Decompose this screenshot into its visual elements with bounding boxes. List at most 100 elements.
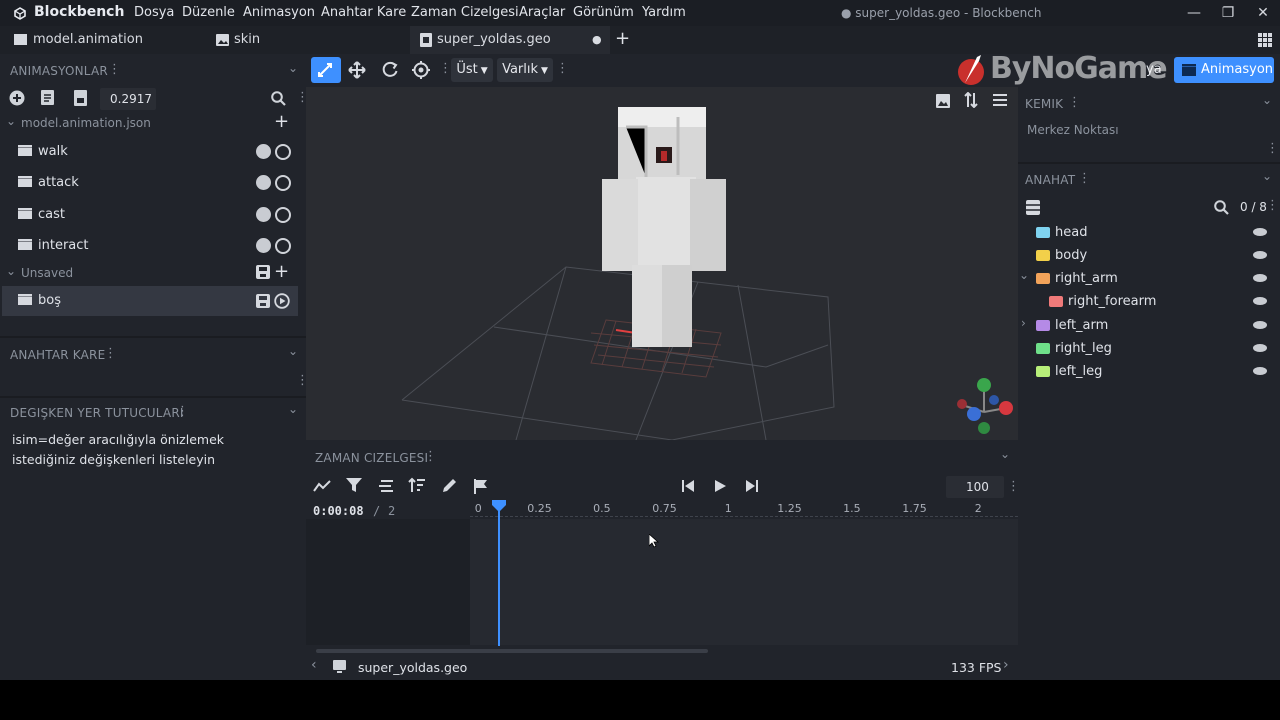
graph-editor-icon[interactable] xyxy=(313,479,331,493)
visibility-eye-icon[interactable] xyxy=(1253,367,1267,375)
screenshot-icon[interactable] xyxy=(936,94,950,108)
collapse-chevron-icon[interactable]: ⌄ xyxy=(1000,447,1010,461)
visibility-eye-icon[interactable] xyxy=(1253,251,1267,259)
timeline-scrollbar[interactable] xyxy=(316,649,708,653)
menu-file[interactable]: Dosya xyxy=(134,5,174,20)
view-select[interactable]: Üst ▼ xyxy=(451,58,493,82)
pencil-icon[interactable] xyxy=(441,478,457,494)
minimize-icon[interactable]: — xyxy=(1181,3,1207,23)
animation-file-group[interactable]: model.animation.json xyxy=(21,116,151,130)
flag-icon[interactable] xyxy=(474,479,488,494)
more-options-icon[interactable]: ⋮ xyxy=(1007,479,1020,494)
chevron-right-icon[interactable]: › xyxy=(1003,657,1009,673)
unsaved-group[interactable]: Unsaved xyxy=(21,266,73,280)
placeholders-text[interactable]: isim=değer aracılığıyla önizlemek istedi… xyxy=(12,430,282,470)
grid-menu-icon[interactable] xyxy=(1258,33,1272,47)
menu-timeline[interactable]: Zaman Cizelgesi xyxy=(411,5,519,20)
skip-back-icon[interactable] xyxy=(682,480,694,492)
timeline-tracks[interactable] xyxy=(470,519,1018,645)
move-tool-icon[interactable] xyxy=(348,61,366,79)
file-icon[interactable] xyxy=(74,90,87,106)
visibility-eye-icon[interactable] xyxy=(1253,297,1267,305)
menu-view[interactable]: Görünüm xyxy=(573,5,634,20)
database-icon[interactable] xyxy=(1026,200,1040,215)
tab-skin[interactable]: skin xyxy=(200,26,408,54)
space-select[interactable]: Varlık ▼ xyxy=(497,58,553,82)
timeline-time[interactable]: 0:00:08 xyxy=(313,504,364,518)
outliner-item-left-leg[interactable]: left_leg xyxy=(1018,360,1280,383)
save-icon[interactable] xyxy=(256,294,270,308)
menu-keyframe[interactable]: Anahtar Kare xyxy=(321,5,406,20)
panel-menu-icon[interactable]: ⋮ xyxy=(1078,171,1091,186)
add-animation-button[interactable]: + xyxy=(274,261,289,282)
animation-item-walk[interactable]: walk xyxy=(2,137,298,167)
new-tab-button[interactable]: + xyxy=(615,28,630,49)
visibility-eye-icon[interactable] xyxy=(1253,344,1267,352)
expand-chevron-icon[interactable]: › xyxy=(1021,316,1026,330)
play-ring-icon[interactable] xyxy=(275,207,291,223)
play-circle-icon[interactable] xyxy=(274,293,290,309)
collapse-chevron-icon[interactable]: ⌄ xyxy=(288,402,298,416)
play-ring-icon[interactable] xyxy=(275,175,291,191)
menu-animation[interactable]: Animasyon xyxy=(243,5,315,20)
check-icon[interactable] xyxy=(256,238,271,253)
group-chevron-icon[interactable]: ⌄ xyxy=(6,264,16,278)
sort-icon[interactable] xyxy=(964,92,978,108)
skip-forward-icon[interactable] xyxy=(746,480,758,492)
collapse-chevron-icon[interactable]: ⌄ xyxy=(1262,93,1272,107)
outliner-item-head[interactable]: head xyxy=(1018,221,1280,244)
animation-item-cast[interactable]: cast xyxy=(2,200,298,230)
panel-menu-icon[interactable]: ⋮ xyxy=(108,62,121,77)
filter-icon[interactable] xyxy=(346,478,362,493)
play-ring-icon[interactable] xyxy=(275,238,291,254)
unsaved-dot-icon[interactable]: ● xyxy=(592,26,602,54)
outliner-item-right-arm[interactable]: ⌄ right_arm xyxy=(1018,267,1280,290)
animation-item-attack[interactable]: attack xyxy=(2,168,298,198)
collapse-chevron-icon[interactable]: ⌄ xyxy=(1262,169,1272,183)
menu-tools[interactable]: Araçlar xyxy=(519,5,565,20)
restore-icon[interactable]: ❐ xyxy=(1215,3,1241,23)
anim-value-field[interactable]: 0.2917 xyxy=(100,88,156,110)
play-ring-icon[interactable] xyxy=(275,144,291,160)
mode-animate-button[interactable]: Animasyon xyxy=(1174,57,1274,83)
check-icon[interactable] xyxy=(256,207,271,222)
outliner-item-right-forearm[interactable]: right_forearm xyxy=(1018,290,1280,313)
rotate-tool-icon[interactable] xyxy=(381,61,399,79)
menu-help[interactable]: Yardım xyxy=(642,5,686,20)
group-chevron-icon[interactable]: ⌄ xyxy=(6,114,16,128)
search-icon[interactable] xyxy=(1214,200,1229,215)
save-icon[interactable] xyxy=(256,265,270,279)
panel-menu-icon[interactable]: ⋮ xyxy=(176,404,189,419)
pivot-point-icon[interactable] xyxy=(412,61,430,79)
outliner-item-body[interactable]: body xyxy=(1018,244,1280,267)
visibility-eye-icon[interactable] xyxy=(1253,274,1267,282)
chevron-left-icon[interactable]: ‹ xyxy=(311,657,317,673)
collapse-chevron-icon[interactable]: ⌄ xyxy=(288,344,298,358)
add-animation-button[interactable]: + xyxy=(274,111,289,132)
check-icon[interactable] xyxy=(256,144,271,159)
import-animation-icon[interactable] xyxy=(41,90,56,106)
outliner-item-right-leg[interactable]: right_leg xyxy=(1018,337,1280,360)
playhead[interactable] xyxy=(491,500,506,646)
pivot-tool-button[interactable] xyxy=(311,57,341,83)
expand-chevron-icon[interactable]: ⌄ xyxy=(1019,268,1029,282)
align-icon[interactable] xyxy=(378,480,393,492)
search-icon[interactable] xyxy=(271,91,286,106)
close-icon[interactable]: ✕ xyxy=(1250,3,1276,23)
tab-super-yoldas[interactable]: super_yoldas.geo ● xyxy=(410,26,610,54)
panel-menu-icon[interactable]: ⋮ xyxy=(1068,95,1081,110)
visibility-eye-icon[interactable] xyxy=(1253,321,1267,329)
timeline-zoom-field[interactable]: 100 xyxy=(946,476,1004,498)
visibility-eye-icon[interactable] xyxy=(1253,228,1267,236)
collapse-chevron-icon[interactable]: ⌄ xyxy=(288,61,298,75)
panel-menu-icon[interactable]: ⋮ xyxy=(104,346,117,361)
animation-item-interact[interactable]: interact xyxy=(2,231,298,261)
outliner-item-left-arm[interactable]: › left_arm xyxy=(1018,314,1280,337)
sort-channels-icon[interactable] xyxy=(408,477,426,493)
play-icon[interactable] xyxy=(715,480,726,492)
3d-viewport[interactable] xyxy=(306,87,1018,440)
menu-edit[interactable]: Düzenle xyxy=(182,5,235,20)
panel-menu-icon[interactable]: ⋮ xyxy=(424,449,437,464)
hamburger-icon[interactable] xyxy=(993,94,1007,106)
check-icon[interactable] xyxy=(256,175,271,190)
